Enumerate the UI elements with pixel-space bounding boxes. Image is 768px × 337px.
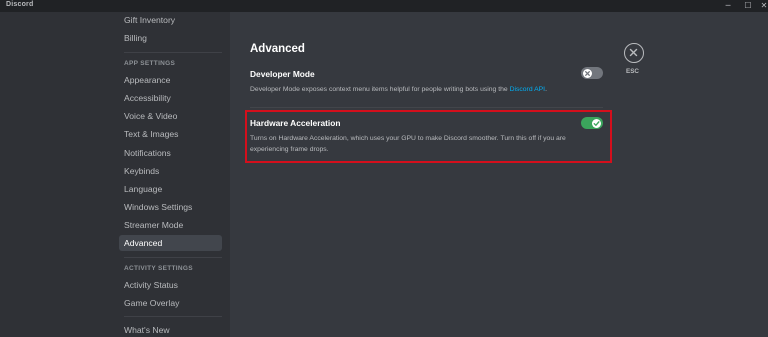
sidebar-item-advanced[interactable]: Advanced xyxy=(119,235,222,251)
sidebar-item-language[interactable]: Language xyxy=(119,181,222,197)
sidebar-item-voice-video[interactable]: Voice & Video xyxy=(119,108,222,124)
developer-mode-title: Developer Mode xyxy=(250,69,315,79)
toggle-knob xyxy=(583,68,592,78)
sidebar-item-billing[interactable]: Billing xyxy=(119,30,222,46)
hardware-acceleration-highlight xyxy=(245,110,612,163)
window-close-button[interactable]: ✕ xyxy=(754,0,768,12)
toggle-x-icon xyxy=(585,70,590,76)
page-title: Advanced xyxy=(250,43,305,55)
section-divider xyxy=(250,107,603,108)
discord-api-link[interactable]: Discord API xyxy=(510,86,546,93)
window-titlebar: Discord ─ ☐ ✕ xyxy=(0,0,768,12)
developer-mode-description-end: . xyxy=(545,86,547,93)
minimize-button[interactable]: ─ xyxy=(718,0,738,12)
sidebar-item-activity-status[interactable]: Activity Status xyxy=(119,277,222,293)
close-x-icon xyxy=(629,48,638,57)
esc-label: ESC xyxy=(626,68,639,75)
developer-mode-toggle[interactable] xyxy=(581,67,603,79)
window-title: Discord xyxy=(6,1,34,8)
sidebar-item-text-images[interactable]: Text & Images xyxy=(119,126,222,142)
sidebar-item-streamer-mode[interactable]: Streamer Mode xyxy=(119,217,222,233)
sidebar-item-game-overlay[interactable]: Game Overlay xyxy=(119,295,222,311)
sidebar-item-accessibility[interactable]: Accessibility xyxy=(119,90,222,106)
sidebar-item-whats-new[interactable]: What's New xyxy=(119,322,222,337)
sidebar-separator xyxy=(124,316,222,317)
sidebar-header-app-settings: APP SETTINGS xyxy=(124,60,176,67)
sidebar-separator xyxy=(124,257,222,258)
close-settings-button[interactable] xyxy=(624,43,644,63)
sidebar-item-appearance[interactable]: Appearance xyxy=(119,72,222,88)
sidebar-item-notifications[interactable]: Notifications xyxy=(119,145,222,161)
sidebar-item-keybinds[interactable]: Keybinds xyxy=(119,163,222,179)
sidebar-item-windows-settings[interactable]: Windows Settings xyxy=(119,199,222,215)
sidebar-separator xyxy=(124,52,222,53)
sidebar-item-gift-inventory[interactable]: Gift Inventory xyxy=(119,12,222,28)
developer-mode-description-text: Developer Mode exposes context menu item… xyxy=(250,86,510,93)
sidebar-header-activity-settings: ACTIVITY SETTINGS xyxy=(124,265,193,272)
developer-mode-description: Developer Mode exposes context menu item… xyxy=(250,85,600,96)
